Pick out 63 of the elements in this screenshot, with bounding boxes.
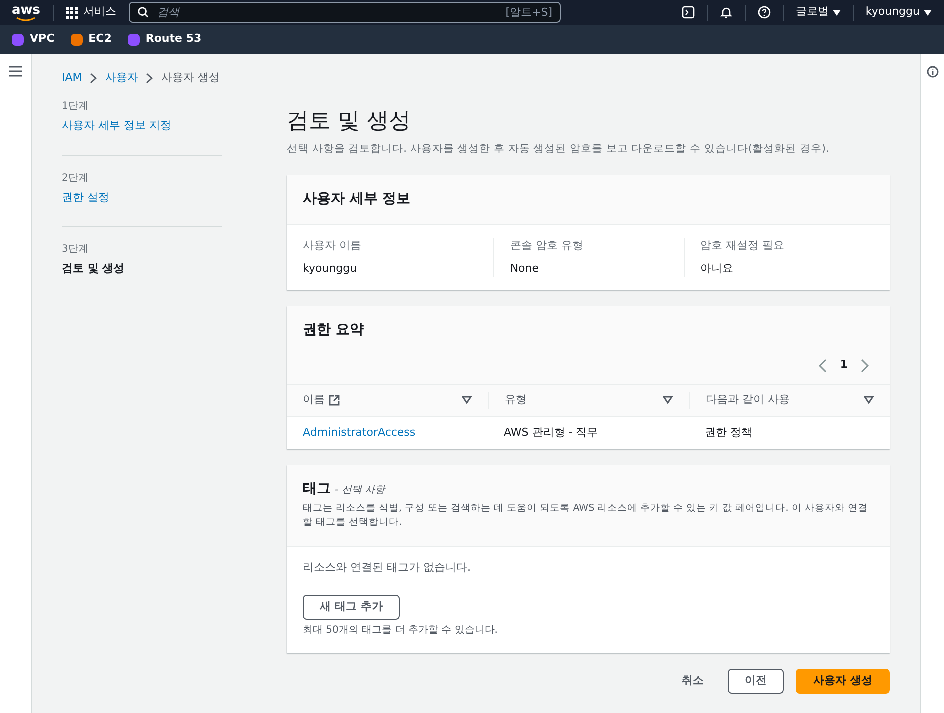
tags-description: 태그는 리소스를 식별, 구성 또는 검색하는 데 도움이 되도록 AWS 리소스에 추가할 수 있는 키 값 페어입니다. 이 사용자와 연결할 태그를 선택합니다. bbox=[303, 502, 869, 530]
breadcrumb[interactable]: 사용자 bbox=[105, 70, 138, 86]
card-title: 권한 요약 bbox=[303, 321, 365, 340]
chevron-left-icon[interactable] bbox=[818, 358, 828, 372]
page-number[interactable]: 1 bbox=[840, 357, 848, 374]
info-icon[interactable] bbox=[926, 66, 938, 78]
optional-label: - 선택 사항 bbox=[335, 484, 385, 498]
field-value: kyounggu bbox=[303, 260, 358, 277]
field-value: 아니요 bbox=[700, 260, 735, 277]
service-icon[interactable] bbox=[128, 34, 140, 46]
page-title: 검토 및 생성 bbox=[287, 108, 412, 136]
table-cell: 권한 정책 bbox=[689, 416, 890, 450]
breadcrumb: 사용자 생성 bbox=[161, 70, 220, 86]
field-value: None bbox=[510, 260, 540, 277]
column-header[interactable]: 유형 bbox=[505, 392, 527, 408]
shortcut-hint: [알트+S] bbox=[506, 5, 553, 21]
smile-icon bbox=[16, 16, 36, 22]
menu-icon[interactable] bbox=[9, 66, 22, 77]
previous-button[interactable]: 이전 bbox=[728, 668, 784, 694]
step-link[interactable]: 사용자 세부 정보 지정 bbox=[62, 118, 222, 134]
field-label: 콘솔 암호 유형 bbox=[510, 238, 584, 254]
service-icon[interactable] bbox=[12, 34, 24, 46]
chevron-right-icon bbox=[146, 72, 154, 84]
chevron-right-icon bbox=[90, 72, 98, 84]
sort-icon[interactable] bbox=[462, 396, 472, 404]
region-menu[interactable]: 글로벌 bbox=[796, 4, 841, 21]
favorite-link[interactable]: VPC bbox=[30, 31, 55, 48]
favorite-link[interactable]: EC2 bbox=[88, 31, 112, 48]
services-menu[interactable]: 서비스 bbox=[84, 4, 117, 21]
policy-link[interactable]: AdministratorAccess bbox=[287, 416, 488, 450]
sort-icon[interactable] bbox=[864, 396, 874, 404]
column-header[interactable]: 이름 bbox=[303, 392, 325, 408]
create-user-button[interactable]: 사용자 생성 bbox=[796, 668, 890, 694]
step-number: 2단계 bbox=[62, 172, 90, 186]
card-title: 태그 bbox=[303, 480, 331, 500]
account-menu[interactable]: kyounggu bbox=[866, 4, 932, 21]
field-label: 사용자 이름 bbox=[303, 238, 362, 254]
terminal-icon[interactable] bbox=[682, 6, 695, 19]
table-cell: AWS 관리형 - 직무 bbox=[488, 416, 689, 450]
page-description: 선택 사항을 검토합니다. 사용자를 생성한 후 자동 생성된 암호를 보고 다운로드할 수 있습니다(활성화된 경우). bbox=[287, 142, 830, 156]
field-label: 암호 재설정 필요 bbox=[700, 238, 786, 254]
logo[interactable]: aws bbox=[12, 4, 41, 16]
bell-icon[interactable] bbox=[720, 6, 733, 19]
search-icon bbox=[138, 7, 149, 18]
grid-icon[interactable] bbox=[66, 6, 78, 18]
service-icon[interactable] bbox=[70, 34, 83, 46]
step-number: 1단계 bbox=[62, 100, 90, 114]
sort-icon[interactable] bbox=[663, 396, 673, 404]
step-number: 3단계 bbox=[62, 243, 90, 257]
step-link[interactable]: 권한 설정 bbox=[62, 190, 222, 206]
help-icon[interactable] bbox=[758, 6, 771, 19]
caret-icon bbox=[832, 10, 841, 16]
external-link-icon bbox=[329, 394, 340, 406]
card-title: 사용자 세부 정보 bbox=[303, 190, 412, 210]
breadcrumb[interactable]: IAM bbox=[62, 70, 82, 86]
favorite-link[interactable]: Route 53 bbox=[146, 31, 202, 48]
cancel-button[interactable]: 취소 bbox=[670, 668, 716, 694]
add-tag-button[interactable]: 새 태그 추가 bbox=[303, 594, 400, 620]
caret-icon bbox=[924, 10, 932, 16]
empty-message: 리소스와 연결된 태그가 없습니다. bbox=[303, 560, 472, 576]
chevron-right-icon[interactable] bbox=[860, 358, 870, 372]
tag-limit-hint: 최대 50개의 태그를 더 추가할 수 있습니다. bbox=[303, 624, 499, 638]
column-header[interactable]: 다음과 같이 사용 bbox=[706, 392, 790, 408]
